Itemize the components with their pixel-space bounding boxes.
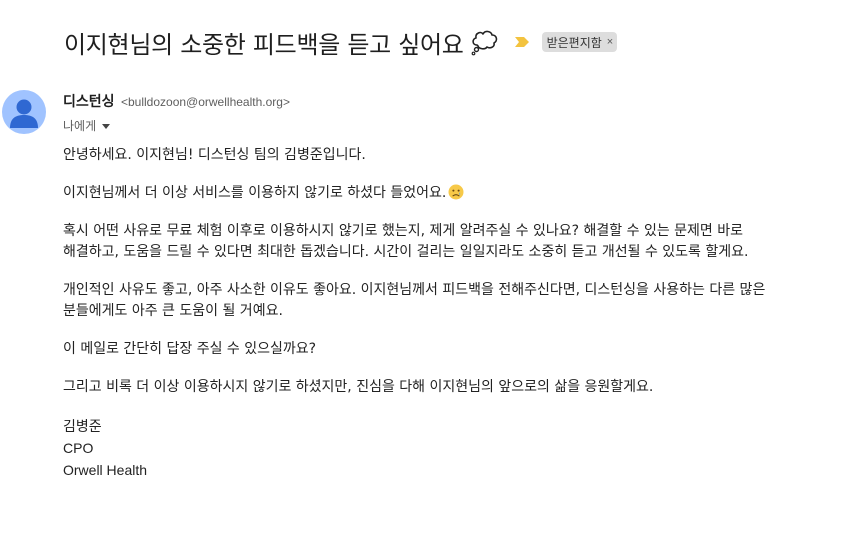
subject-row: 이지현님의 소중한 피드백을 듣고 싶어요 받은편지함 ×: [64, 24, 618, 60]
body-paragraph-5: 그리고 비록 더 이상 이용하시지 않기로 하셨지만, 진심을 다해 이지현님의…: [63, 379, 654, 395]
sender-avatar[interactable]: [2, 90, 46, 134]
recipient-details-toggle[interactable]: 나에게: [63, 117, 290, 134]
signature-title: CPO: [63, 440, 94, 456]
email-body: 안녕하세요. 이지현님! 디스턴싱 팀의 김병준입니다. 이지현님께서 더 이상…: [63, 145, 853, 481]
importance-marker-icon[interactable]: [514, 36, 530, 48]
signature-company: Orwell Health: [63, 462, 148, 478]
email-view: 이지현님의 소중한 피드백을 듣고 싶어요 받은편지함 × 디스턴싱 <bull…: [0, 0, 865, 539]
body-paragraph-3-line-1: 개인적인 사유도 좋고, 아주 사소한 이유도 좋아요. 이지현님께서 피드백을…: [63, 282, 766, 298]
signature-name: 김병준: [63, 418, 102, 434]
remove-label-button[interactable]: ×: [607, 36, 613, 48]
body-paragraph-1-text: 이지현님께서 더 이상 서비스를 이용하지 않기로 하셨다 들었어요.: [63, 185, 447, 201]
thought-balloon-icon: [471, 30, 497, 56]
sender-name[interactable]: 디스턴싱: [63, 93, 115, 109]
body-paragraph-2-line-1: 혹시 어떤 사유로 무료 체험 이후로 이용하시지 않기로 했는지, 제게 알려…: [63, 223, 744, 239]
body-greeting: 안녕하세요. 이지현님! 디스턴싱 팀의 김병준입니다.: [63, 147, 366, 163]
body-paragraph-1: 이지현님께서 더 이상 서비스를 이용하지 않기로 하셨다 들었어요.: [63, 183, 853, 204]
inbox-label-chip[interactable]: 받은편지함 ×: [541, 32, 618, 52]
crying-face-icon: [448, 184, 464, 200]
body-paragraph-3-line-2: 분들에게도 아주 큰 도움이 될 거예요.: [63, 303, 283, 319]
sender-email: <bulldozoon@orwellhealth.org>: [120, 95, 290, 109]
inbox-label-text: 받은편지함: [546, 35, 602, 50]
body-paragraph-2-line-2: 해결하고, 도움을 드릴 수 있다면 최대한 돕겠습니다. 시간이 걸리는 일일…: [63, 244, 749, 260]
email-subject: 이지현님의 소중한 피드백을 듣고 싶어요: [64, 30, 464, 59]
chevron-down-icon[interactable]: [102, 124, 111, 129]
sender-info: 디스턴싱 <bulldozoon@orwellhealth.org> 나에게: [63, 91, 290, 134]
default-avatar-icon: [10, 99, 38, 128]
body-paragraph-4: 이 메일로 간단히 답장 주실 수 있으실까요?: [63, 341, 317, 357]
recipient-text: 나에게: [63, 119, 97, 133]
signature: 김병준 CPO Orwell Health: [63, 415, 853, 481]
